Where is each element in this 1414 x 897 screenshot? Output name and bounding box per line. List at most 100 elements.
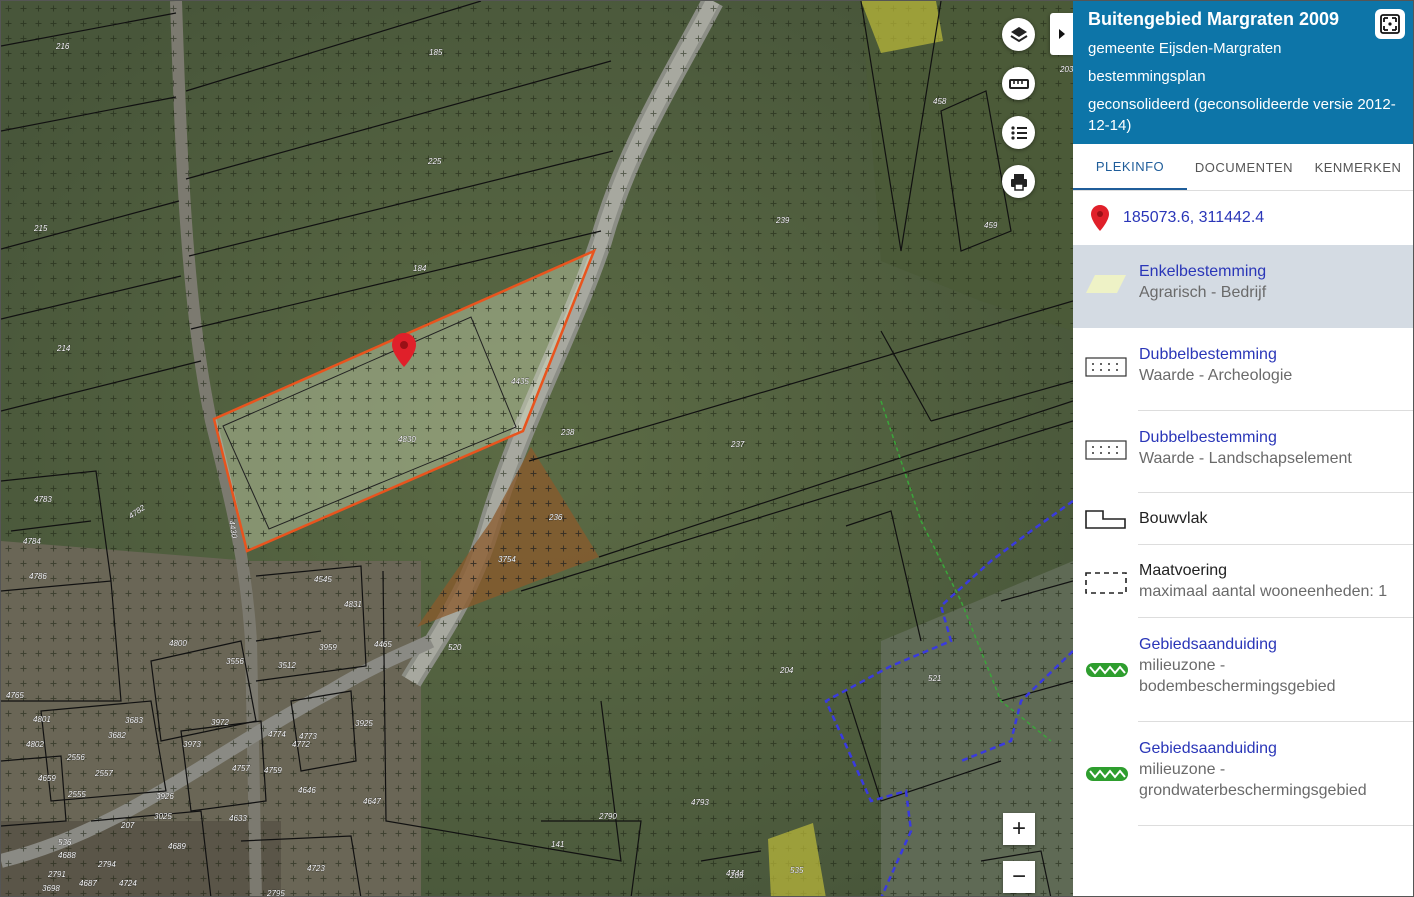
legend-subtitle: Waarde - Archeologie xyxy=(1139,367,1293,384)
panel-tabs: PLEKINFO DOCUMENTEN KENMERKEN xyxy=(1073,144,1413,191)
divider xyxy=(1138,825,1413,826)
measure-button[interactable] xyxy=(1002,67,1035,100)
legend-list-button[interactable] xyxy=(1002,116,1035,149)
panel-header: Buitengebied Margraten 2009 gemeente Eij… xyxy=(1073,1,1413,144)
parcel-number-label: 2791 xyxy=(47,870,66,879)
parcel-number-label: 3973 xyxy=(183,740,201,749)
parcel-number-label: 520 xyxy=(448,643,462,652)
parcel-number-label: 4830 xyxy=(398,435,416,444)
legend-subtitle: milieuzone - grondwaterbeschermingsgebie… xyxy=(1139,761,1367,799)
legend-title[interactable]: Gebiedsaanduiding xyxy=(1139,738,1389,759)
parcel-number-label: 4723 xyxy=(307,864,325,873)
ruler-icon xyxy=(1008,78,1029,89)
parcel-number-label: 2556 xyxy=(66,753,85,762)
dotted-grid-icon xyxy=(1085,357,1127,377)
tab-documenten[interactable]: DOCUMENTEN xyxy=(1187,144,1301,190)
parcel-number-label: 3925 xyxy=(355,719,373,728)
legend-title[interactable]: Dubbelbestemming xyxy=(1139,344,1292,365)
parcel-number-label: 237 xyxy=(730,440,745,449)
parcel-number-label: 3682 xyxy=(108,731,126,740)
legend-item-bouwvlak[interactable]: Bouwvlak xyxy=(1073,493,1413,545)
green-zigzag-icon xyxy=(1086,663,1128,677)
parcel-number-label: 185 xyxy=(429,48,443,57)
parcel-number-label: 521 xyxy=(928,674,941,683)
legend-item-gebiedsaanduiding-grondwater[interactable]: Gebiedsaanduiding milieuzone - grondwate… xyxy=(1073,722,1413,826)
parcel-number-label: 204 xyxy=(779,666,794,675)
parcel-number-label: 4659 xyxy=(38,774,56,783)
parcel-number-label: 3025 xyxy=(154,812,172,821)
parcel-number-label: 4782 xyxy=(127,503,147,521)
legend-item-maatvoering[interactable]: Maatvoering maximaal aantal wooneenheden… xyxy=(1073,545,1413,618)
parcel-number-label: 4759 xyxy=(264,766,282,775)
dashed-rectangle-icon xyxy=(1085,572,1127,594)
legend-item-dubbelbestemming-landschapselement[interactable]: Dubbelbestemming Waarde - Landschapselem… xyxy=(1073,411,1413,493)
legend-subtitle: milieuzone - bodembeschermingsgebied xyxy=(1139,657,1336,695)
parcel-number-label: 4784 xyxy=(23,537,41,546)
map-view[interactable]: 216 185 225 215 184 214 239 458 459 4435 4830 238 23… xyxy=(1,1,1073,897)
parcel-number-label: 3556 xyxy=(226,657,244,666)
parcel-number-label: 2795 xyxy=(266,889,285,897)
parcel-number-label: 225 xyxy=(427,157,442,166)
caret-right-icon xyxy=(1058,29,1065,39)
legend-subtitle: Agrarisch - Bedrijf xyxy=(1139,284,1267,301)
plan-status: geconsolideerd (geconsolideerde versie 2… xyxy=(1088,96,1396,134)
list-icon xyxy=(1010,125,1027,140)
layers-icon xyxy=(1009,26,1028,42)
parcel-number-label: 2790 xyxy=(598,812,617,821)
plan-type: bestemmingsplan xyxy=(1088,68,1206,85)
zoom-in-button[interactable]: + xyxy=(1003,813,1035,845)
parcel-number-label: 2794 xyxy=(97,860,116,869)
parcel-number-label: 4802 xyxy=(26,740,44,749)
parcel-number-label: 535 xyxy=(790,866,804,875)
parcel-number-label: 203 xyxy=(1059,65,1073,74)
parcel-number-label: 207 xyxy=(120,821,135,830)
legend-title[interactable]: Dubbelbestemming xyxy=(1139,427,1352,448)
parcel-number-label: 536 xyxy=(58,838,72,847)
parcel-number-label: 4688 xyxy=(58,851,76,860)
parcel-number-label: 3683 xyxy=(125,716,143,725)
plan-title: Buitengebied Margraten 2009 xyxy=(1088,9,1340,29)
collapse-panel-button[interactable] xyxy=(1050,13,1073,55)
parcel-number-label: 4724 xyxy=(119,879,137,888)
legend-symbol xyxy=(1085,344,1127,382)
building-outline-icon xyxy=(1085,510,1126,529)
zoom-out-button[interactable]: − xyxy=(1003,861,1035,893)
parcel-number-label: 2557 xyxy=(94,769,113,778)
parcel-number-label: 214 xyxy=(56,344,71,353)
legend-symbol xyxy=(1085,427,1127,465)
parcel-number-label: 4801 xyxy=(33,715,51,724)
print-icon xyxy=(1010,173,1027,191)
parcel-number-label: 4435 xyxy=(511,377,529,386)
location-marker-icon[interactable] xyxy=(391,332,417,368)
legend-subtitle: Waarde - Landschapselement xyxy=(1139,450,1352,467)
legend-item-gebiedsaanduiding-bodem[interactable]: Gebiedsaanduiding milieuzone - bodembesc… xyxy=(1073,618,1413,722)
parcel-number-label: 3959 xyxy=(319,643,337,652)
parcel-number-label: 3512 xyxy=(278,661,296,670)
parcel-number-label: 4783 xyxy=(34,495,52,504)
parcel-number-label: 2555 xyxy=(67,790,86,799)
layers-button[interactable] xyxy=(1002,18,1035,51)
parcel-number-label: 3754 xyxy=(498,555,516,564)
legend-title: Maatvoering xyxy=(1139,562,1228,579)
parcel-number-label: 459 xyxy=(984,221,998,230)
tab-kenmerken[interactable]: KENMERKEN xyxy=(1301,144,1413,190)
green-zigzag-icon xyxy=(1086,767,1128,781)
parcel-number-label: 4430 xyxy=(227,520,239,540)
legend-title[interactable]: Enkelbestemming xyxy=(1139,261,1266,282)
tab-plekinfo[interactable]: PLEKINFO xyxy=(1073,144,1187,190)
legend-title[interactable]: Gebiedsaanduiding xyxy=(1139,634,1359,655)
map-pin-icon xyxy=(1091,205,1109,231)
parcel-number-label: 238 xyxy=(560,428,575,437)
parcel-number-label: 4647 xyxy=(363,797,381,806)
parcel-number-label: 4757 xyxy=(232,764,250,773)
legend-symbol xyxy=(1085,738,1128,789)
app-window: 216 185 225 215 184 214 239 458 459 4435 4830 238 23… xyxy=(0,0,1414,897)
legend-item-enkelbestemming[interactable]: Enkelbestemming Agrarisch - Bedrijf xyxy=(1073,245,1413,328)
parcel-number-label: 4633 xyxy=(229,814,247,823)
print-button[interactable] xyxy=(1002,165,1035,198)
parcel-labels-layer: 216 185 225 215 184 214 239 458 459 4435 4830 238 23… xyxy=(6,42,1073,897)
legend-item-dubbelbestemming-archeologie[interactable]: Dubbelbestemming Waarde - Archeologie xyxy=(1073,328,1413,411)
fullscreen-button[interactable] xyxy=(1375,9,1405,39)
parcel-number-label: 4831 xyxy=(344,600,362,609)
parcel-number-label: 4689 xyxy=(168,842,186,851)
